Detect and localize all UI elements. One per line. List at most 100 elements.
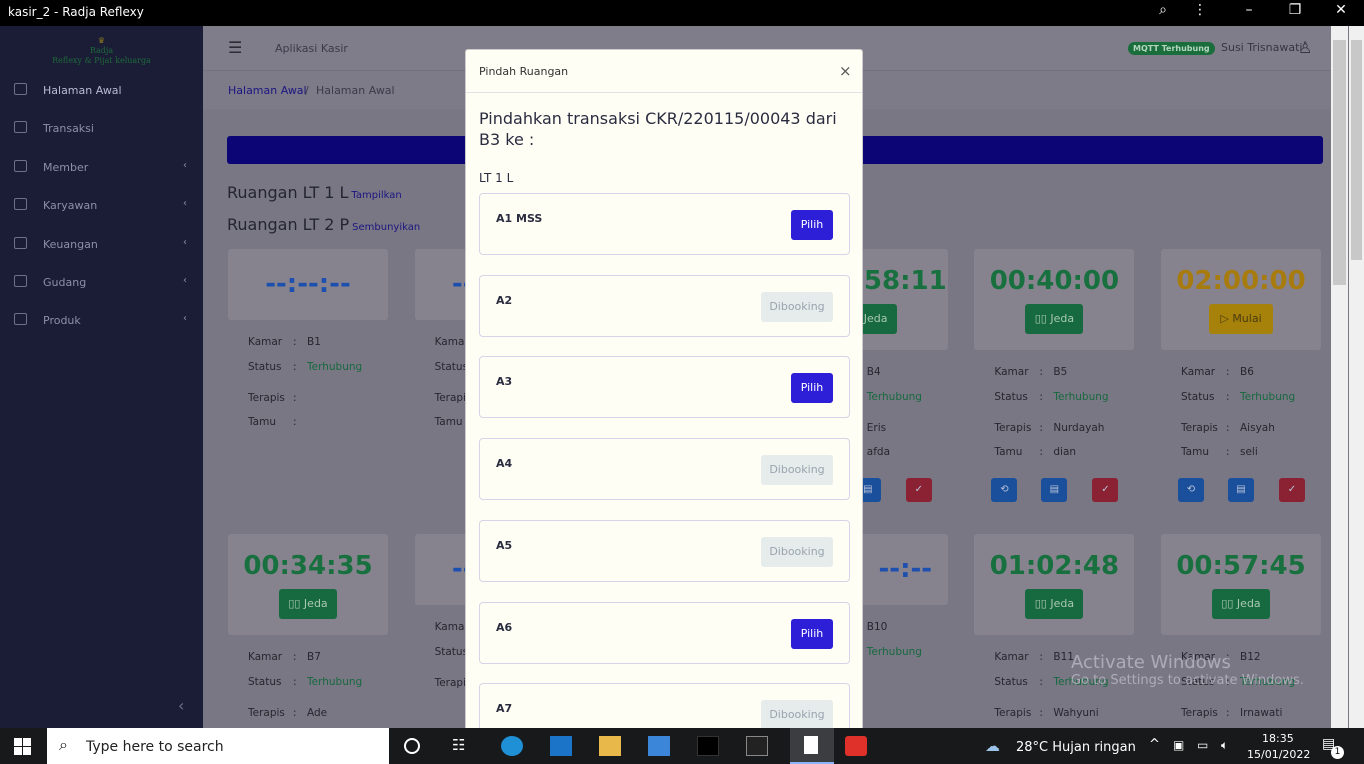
windows-start-icon[interactable] (14, 738, 31, 755)
breadcrumb-separator: / (305, 84, 309, 97)
sidebar-item-gudang[interactable]: Gudang ‹ (0, 268, 203, 298)
clock-date[interactable]: 15/01/2022 (1247, 748, 1310, 761)
room-name: A3 (496, 375, 513, 389)
room-option: A1 MSS Pilih (479, 193, 850, 255)
chevron-left-icon: ‹ (183, 313, 187, 325)
restore-button[interactable]: ❐ (1280, 2, 1310, 18)
finish-button[interactable]: ✓ (1279, 478, 1305, 502)
close-window-button[interactable]: ✕ (1326, 2, 1356, 18)
finish-icon: ✓ (1287, 484, 1297, 495)
change-room-button[interactable]: ⟲ (1178, 478, 1204, 502)
modal-heading: Pindahkan transaksi CKR/220115/00043 dar… (479, 109, 837, 149)
pause-button[interactable]: ▯▯ Jeda (1212, 589, 1270, 619)
anydesk-icon[interactable] (845, 736, 867, 756)
modal-title: Pindah Ruangan (479, 65, 569, 78)
start-button[interactable]: ▷ Mulai (1209, 304, 1273, 334)
user-icon (14, 198, 27, 211)
chevron-left-icon: ‹ (183, 159, 187, 171)
meet-icon[interactable]: ▣ (1173, 738, 1184, 752)
dashboard-icon (14, 83, 27, 95)
toggle-lt2-link[interactable]: Sembunyikan (352, 222, 420, 233)
edge-icon[interactable] (501, 736, 523, 756)
notification-count-badge: 1 (1331, 746, 1344, 759)
task-view-icon[interactable] (404, 738, 420, 754)
select-room-button[interactable]: Pilih (791, 618, 833, 649)
tray-expand-icon[interactable]: ^ (1149, 737, 1160, 752)
sidebar-item-member[interactable]: Member ‹ (0, 153, 203, 183)
section-lt2-title: Ruangan LT 2 P Sembunyikan (227, 215, 421, 234)
app-icon[interactable] (697, 736, 719, 756)
room-timer: 00:34:35 (243, 551, 373, 581)
widgets-icon[interactable]: ☷ (452, 736, 474, 756)
finish-button[interactable]: ✓ (905, 478, 932, 502)
store-icon[interactable] (648, 736, 670, 756)
more-menu-icon[interactable]: ⋮ (1185, 2, 1215, 18)
room-option: A2 Dibooking (479, 274, 850, 337)
toggle-lt1-link[interactable]: Tampilkan (351, 190, 401, 201)
taskbar: ⌕ Type here to search ☷ ☁ 28°C Hujan rin… (0, 728, 1364, 764)
breadcrumb-home-link[interactable]: Halaman Awal (228, 84, 307, 97)
booked-button: Dibooking (761, 291, 833, 322)
hamburger-menu-icon[interactable]: ☰ (228, 38, 242, 57)
weather-cloud-icon: ☁ (985, 737, 1000, 755)
cart-icon: ▤ (1049, 484, 1060, 495)
mqtt-status-badge: MQTT Terhubung (1128, 42, 1215, 55)
book-icon (14, 159, 27, 172)
pause-button[interactable]: ▯▯ Jeda (1025, 304, 1084, 334)
room-timer: 01:02:48 (989, 551, 1120, 581)
mail-icon[interactable] (550, 736, 572, 756)
room-option: A5 Dibooking (479, 519, 850, 582)
booked-button: Dibooking (761, 700, 833, 731)
modal-scrollbar[interactable] (1349, 26, 1364, 728)
select-room-button[interactable]: Pilih (791, 210, 833, 240)
finish-icon: ✓ (914, 484, 923, 495)
document-app-icon[interactable] (790, 728, 834, 764)
cart-button[interactable]: ▤ (1041, 478, 1068, 502)
room-name: A5 (496, 538, 513, 552)
sidebar-collapse-button[interactable]: ‹ (178, 696, 184, 715)
select-room-button[interactable]: Pilih (791, 373, 833, 404)
search-icon: ⌕ (59, 735, 68, 754)
change-room-button[interactable]: ⟲ (991, 478, 1018, 502)
zoom-icon[interactable]: ⌕ (1148, 2, 1178, 18)
sidebar-item-transaksi[interactable]: Transaksi (0, 114, 203, 144)
window-titlebar: kasir_2 - Radja Reflexy ⌕ ⋮ – ❐ ✕ (0, 0, 1364, 26)
breadcrumb-current: Halaman Awal (316, 84, 395, 97)
app-name: Aplikasi Kasir (275, 42, 348, 55)
cart-icon: ▤ (1236, 484, 1246, 495)
booked-button: Dibooking (761, 455, 833, 486)
volume-icon[interactable]: 🔈︎ (1221, 738, 1228, 753)
move-room-modal: Pindah Ruangan × Pindahkan transaksi CKR… (465, 49, 863, 746)
sidebar: ♛ Radja Reflexy & Pijat keluarga Halaman A… (0, 26, 203, 728)
cart-button[interactable]: ▤ (1228, 478, 1254, 502)
clock-time[interactable]: 18:35 (1262, 732, 1294, 745)
taskbar-search-input[interactable]: ⌕ Type here to search (47, 728, 389, 764)
terminal-icon[interactable] (746, 736, 768, 756)
pause-button[interactable]: ▯▯ Jeda (1025, 589, 1084, 619)
page-scrollbar[interactable] (1331, 26, 1348, 728)
timer-box (974, 534, 1135, 635)
sidebar-item-karyawan[interactable]: Karyawan ‹ (0, 191, 203, 221)
user-name[interactable]: Susi Trisnawati (1221, 41, 1302, 54)
room-timer: 02:00:00 (1176, 266, 1306, 296)
room-option: A4 Dibooking (479, 438, 850, 501)
user-avatar-icon[interactable]: ♙ (1298, 38, 1312, 57)
warehouse-icon (14, 275, 27, 287)
minimize-button[interactable]: – (1234, 2, 1264, 18)
network-icon[interactable]: ▭ (1197, 738, 1208, 752)
sidebar-item-produk[interactable]: Produk ‹ (0, 306, 203, 336)
file-explorer-icon[interactable] (599, 736, 621, 756)
modal-close-button[interactable]: × (839, 62, 852, 80)
window-title: kasir_2 - Radja Reflexy (8, 5, 144, 19)
sidebar-item-keuangan[interactable]: Keuangan ‹ (0, 230, 203, 260)
pause-button[interactable]: ▯▯ Jeda (279, 589, 337, 619)
floor-label: LT 1 L (479, 171, 514, 185)
activation-watermark: Activate Windows Go to Settings to activa… (1071, 652, 1304, 688)
chevron-left-icon: ‹ (183, 198, 187, 210)
receipt-icon (14, 121, 27, 134)
finish-button[interactable]: ✓ (1092, 478, 1119, 502)
sidebar-item-halaman-awal[interactable]: Halaman Awal (0, 76, 203, 106)
room-option: A6 Pilih (479, 601, 850, 664)
cart-icon: ▤ (863, 484, 873, 495)
weather-text[interactable]: 28°C Hujan ringan (1016, 740, 1136, 755)
